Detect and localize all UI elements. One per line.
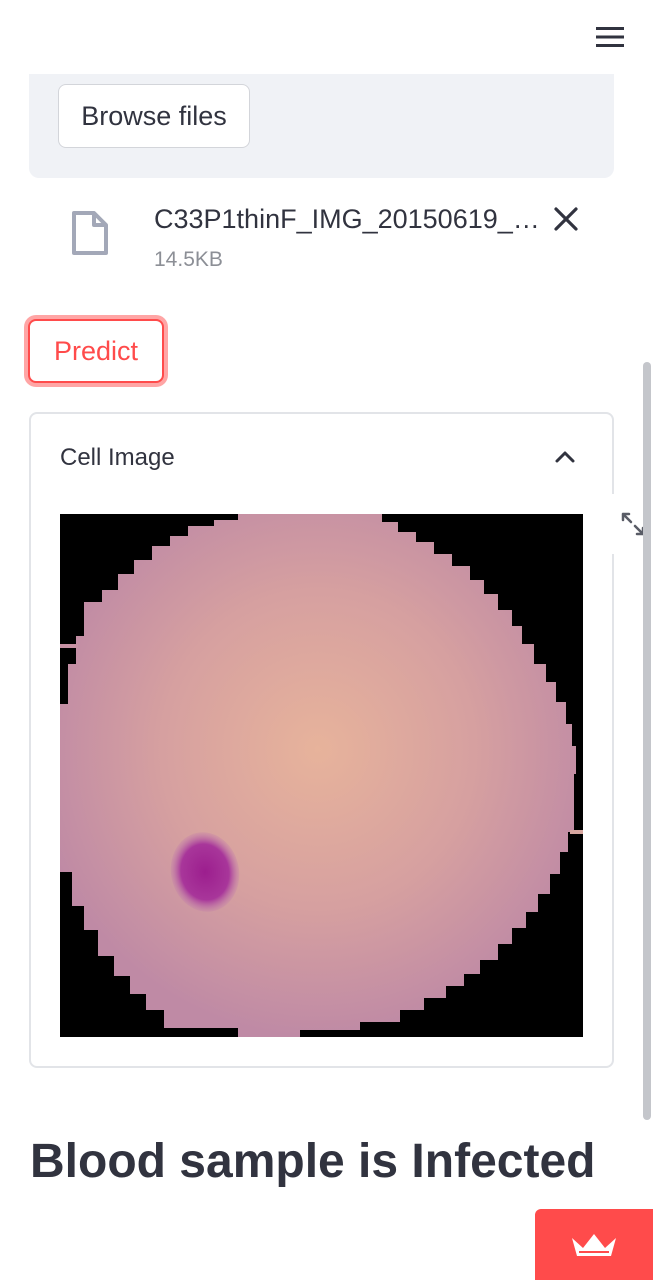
predict-button[interactable]: Predict: [28, 319, 164, 383]
cell-image: [60, 514, 583, 1037]
expander-title: Cell Image: [60, 444, 175, 471]
file-name: C33P1thinF_IMG_20150619_1…: [154, 204, 554, 234]
scrollbar[interactable]: [643, 362, 651, 1120]
file-size: 14.5KB: [154, 248, 223, 271]
hamburger-menu-icon: [596, 27, 624, 47]
hamburger-menu-button[interactable]: [591, 20, 629, 54]
streamlit-badge[interactable]: [535, 1209, 653, 1280]
chevron-up-icon: [555, 451, 575, 463]
expander-header[interactable]: Cell Image: [31, 414, 612, 502]
streamlit-crown-icon: [572, 1233, 616, 1256]
file-icon: [72, 211, 108, 255]
close-icon[interactable]: [551, 204, 581, 234]
app-page: Browse files C33P1thinF_IMG_20150619_1… …: [0, 0, 653, 1280]
file-dropzone[interactable]: Browse files: [29, 74, 614, 178]
uploaded-file: C33P1thinF_IMG_20150619_1… 14.5KB: [60, 196, 620, 286]
result-heading: Blood sample is Infected: [30, 1135, 596, 1188]
browse-files-button[interactable]: Browse files: [58, 84, 250, 148]
cell-image-expander: Cell Image: [29, 412, 614, 1068]
